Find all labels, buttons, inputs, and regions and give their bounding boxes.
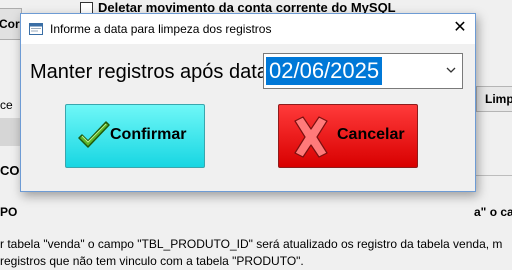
background-info-line-2: registros que não tem vinculo com a tabe…	[0, 254, 304, 268]
checkmark-icon	[78, 121, 110, 148]
background-divider	[474, 175, 512, 176]
close-icon: ✕	[453, 19, 467, 36]
confirm-button[interactable]: Confirmar	[65, 104, 205, 168]
date-field-label: Manter registros após data:	[30, 61, 274, 83]
x-icon	[294, 116, 328, 158]
background-text-co: CO	[0, 163, 20, 178]
chevron-down-icon[interactable]	[444, 63, 458, 77]
date-picker[interactable]: 02/06/2025	[263, 53, 463, 89]
window-icon	[29, 23, 43, 35]
cancel-button-label: Cancelar	[337, 126, 405, 143]
background-info-line-1: r tabela "venda" o campo "TBL_PRODUTO_ID…	[0, 237, 503, 251]
date-value[interactable]: 02/06/2025	[266, 57, 383, 85]
background-button[interactable]: Corre	[0, 8, 22, 40]
background-panel	[0, 118, 20, 146]
background-right-text: a" o ca	[474, 205, 512, 219]
background-text-po: PO	[0, 205, 18, 219]
background-tab-limp[interactable]: Limp	[476, 86, 512, 112]
date-dialog: Informe a data para limpeza dos registro…	[20, 13, 476, 192]
dialog-titlebar[interactable]: Informe a data para limpeza dos registro…	[21, 14, 475, 44]
confirm-button-label: Confirmar	[110, 126, 187, 143]
cancel-button[interactable]: Cancelar	[278, 104, 418, 168]
close-button[interactable]: ✕	[445, 14, 475, 44]
background-button-label: Corre	[0, 17, 21, 31]
dialog-title: Informe a data para limpeza dos registro…	[50, 22, 272, 36]
background-text-ce: ce	[0, 98, 13, 112]
